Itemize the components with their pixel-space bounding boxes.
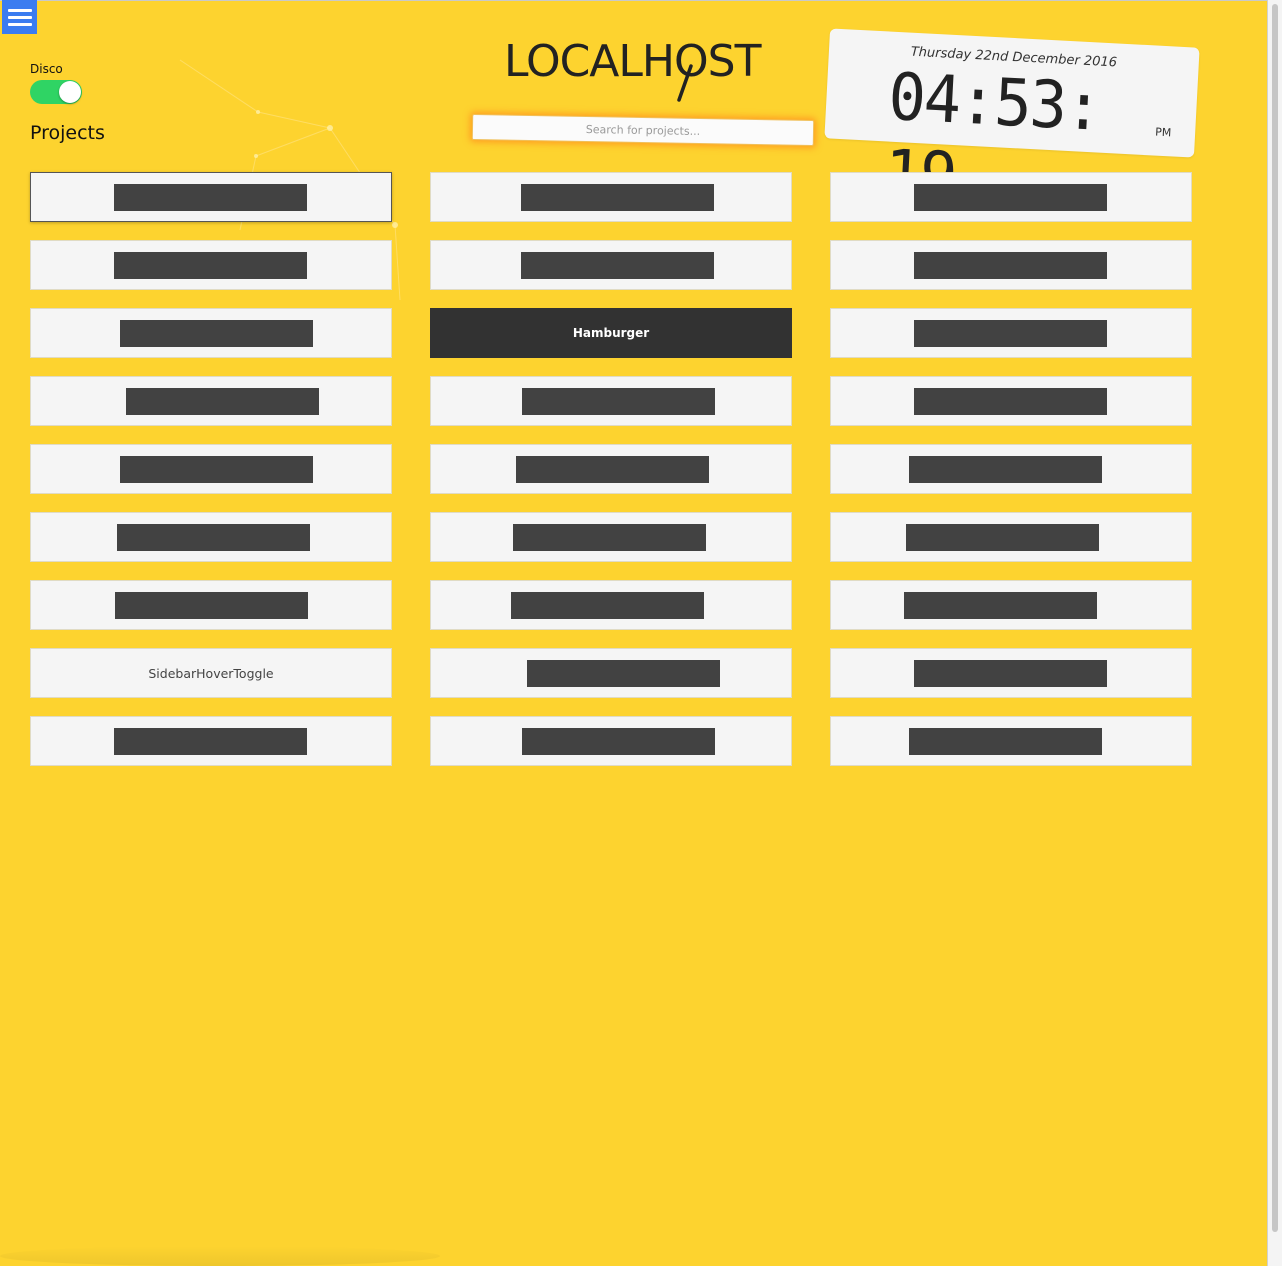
redacted-label [120,320,313,347]
clock-ampm: PM [1154,125,1172,140]
redacted-label [513,524,706,551]
project-tile[interactable] [430,512,792,562]
redacted-label [120,456,313,483]
disco-toggle[interactable] [30,80,82,104]
search-input[interactable] [471,114,815,146]
bottom-shadow-decoration [0,1246,440,1266]
project-tile[interactable]: Hamburger [430,308,792,358]
redacted-label [904,592,1097,619]
redacted-label [521,252,714,279]
logo-text: LOCALHOST [504,36,761,87]
project-tile[interactable] [830,580,1192,630]
redacted-label [114,184,307,211]
redacted-label [126,388,319,415]
project-tile[interactable] [830,308,1192,358]
project-tile[interactable] [830,648,1192,698]
project-tile[interactable] [830,716,1192,766]
project-tile[interactable] [30,376,392,426]
project-tile[interactable] [830,240,1192,290]
project-grid: Hamburger SidebarHoverToggle [30,172,1192,766]
redacted-label [521,184,714,211]
hamburger-menu-button[interactable] [2,0,37,34]
project-tile-label: Hamburger [572,326,650,340]
project-tile[interactable] [830,376,1192,426]
project-tile[interactable] [430,444,792,494]
search-container [471,109,815,151]
page: Disco Projects LOCALHOST Thursday 22nd D… [0,0,1282,1266]
redacted-label [117,524,310,551]
redacted-label [516,456,709,483]
hamburger-menu-icon-bar [7,22,32,26]
redacted-label [522,388,715,415]
project-tile[interactable] [430,240,792,290]
project-tile[interactable] [830,444,1192,494]
redacted-label [114,728,307,755]
disco-label: Disco [30,62,63,76]
redacted-label [114,252,307,279]
hamburger-menu-icon-bar [7,15,32,19]
project-tile[interactable] [30,240,392,290]
project-tile[interactable] [30,716,392,766]
project-tile[interactable] [30,172,392,222]
redacted-label [914,252,1107,279]
projects-heading: Projects [30,122,105,144]
project-tile[interactable] [430,648,792,698]
clock-widget: Thursday 22nd December 2016 04:53: 19 PM [824,28,1200,215]
project-tile[interactable] [830,512,1192,562]
redacted-label [906,524,1099,551]
project-tile[interactable] [30,308,392,358]
vertical-scrollbar[interactable] [1267,0,1282,1266]
project-tile[interactable]: SidebarHoverToggle [30,648,392,698]
redacted-label [909,728,1102,755]
project-tile[interactable] [30,580,392,630]
redacted-label [909,456,1102,483]
window-top-border [0,0,1282,1]
project-tile[interactable] [430,716,792,766]
project-tile[interactable] [430,172,792,222]
redacted-label [527,660,720,687]
redacted-label [115,592,308,619]
project-tile[interactable] [430,376,792,426]
project-tile[interactable] [430,580,792,630]
toggle-knob [59,81,81,103]
project-tile[interactable] [830,172,1192,222]
redacted-label [511,592,704,619]
redacted-label [522,728,715,755]
redacted-label [914,660,1107,687]
redacted-label [914,320,1107,347]
redacted-label [914,184,1107,211]
project-tile[interactable] [30,512,392,562]
scrollbar-thumb[interactable] [1272,4,1278,1232]
hamburger-menu-icon-bar [7,8,32,12]
magnifier-icon [677,64,693,102]
redacted-label [914,388,1107,415]
project-tile[interactable] [30,444,392,494]
project-tile-label: SidebarHoverToggle [148,665,274,681]
